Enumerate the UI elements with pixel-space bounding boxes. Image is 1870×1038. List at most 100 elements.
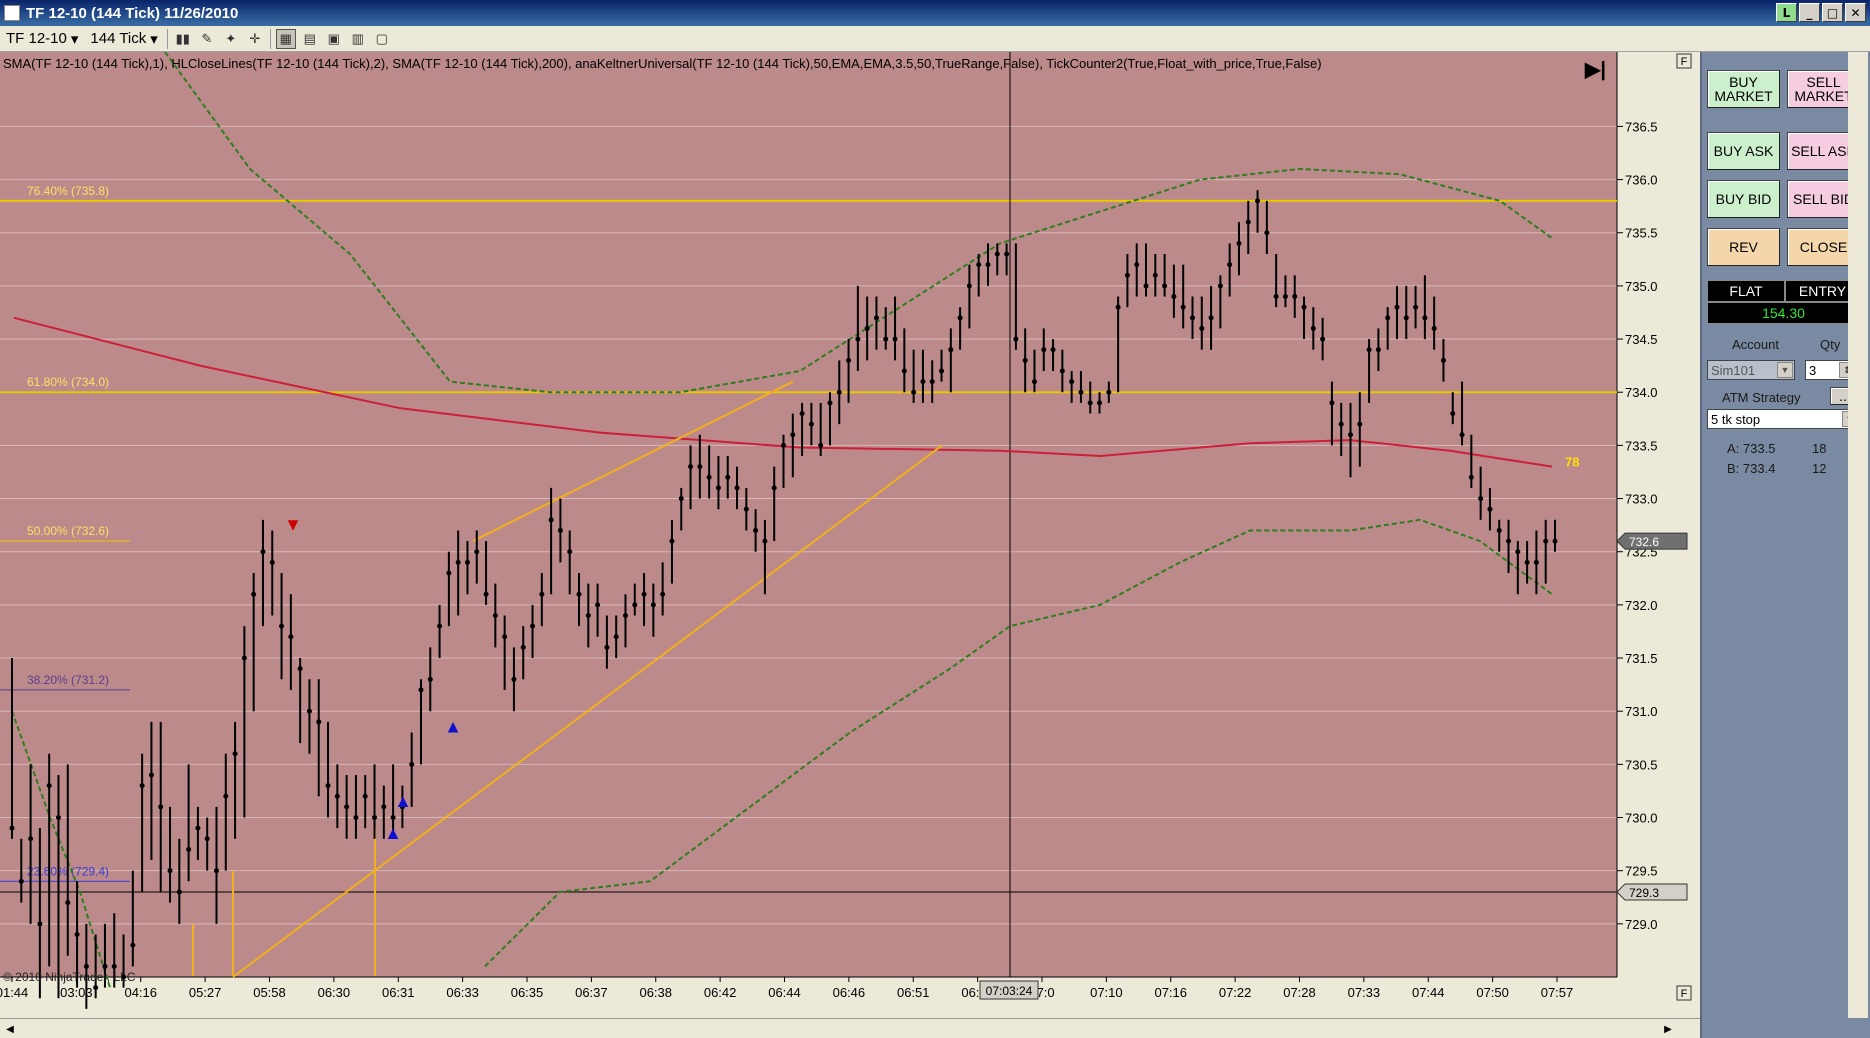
bar-close-dot — [1078, 389, 1084, 395]
interval-selector[interactable]: 144 Tick ▾ — [84, 28, 163, 50]
bar-close-dot — [957, 315, 963, 321]
bar-close-dot — [502, 634, 508, 640]
bar-close-dot — [148, 772, 154, 778]
y-tick-label: 734.5 — [1625, 332, 1658, 347]
bar-close-dot — [176, 889, 182, 895]
bar-close-dot — [511, 676, 517, 682]
bar-close-dot — [1264, 230, 1270, 236]
scroll-left-icon[interactable]: ◀ — [2, 1021, 18, 1037]
bar-close-dot — [111, 963, 117, 969]
chart-background — [0, 52, 1617, 977]
maximize-button[interactable]: □ — [1822, 3, 1843, 22]
reverse-button[interactable]: REV — [1707, 228, 1780, 266]
bar-close-dot — [1301, 304, 1307, 310]
fib-level-label: 50.00% (732.6) — [27, 524, 109, 538]
bar-close-dot — [390, 815, 396, 821]
bar-close-dot — [1403, 315, 1409, 321]
window-controls: L _ □ ✕ — [1776, 3, 1866, 22]
x-tick-label: 07:16 — [1154, 985, 1187, 1000]
atm-strategy-select[interactable]: 5 tk stop ▼ — [1707, 409, 1860, 429]
scroll-right-icon[interactable]: ▶ — [1660, 1021, 1676, 1037]
tick-counter-label: 78 — [1565, 455, 1579, 470]
bar-close-dot — [622, 613, 628, 619]
bar-close-dot — [520, 644, 526, 650]
magic-wand-icon[interactable]: ✦ — [221, 29, 241, 49]
y-tick-label: 736.5 — [1625, 119, 1658, 134]
vertical-scrollbar[interactable] — [1848, 52, 1868, 1018]
horizontal-scrollbar[interactable]: ◀ ▶ — [0, 1018, 1700, 1038]
template-icon[interactable]: ▥ — [348, 29, 368, 49]
jump-to-end-icon: ▶| — [1584, 59, 1606, 81]
buy-signal-arrow-icon: ▲ — [444, 716, 462, 736]
bar-close-dot — [232, 751, 238, 757]
bar-close-dot — [650, 602, 656, 608]
y-tick-label: 729.5 — [1625, 864, 1658, 879]
chart-trader-icon[interactable]: ▦ — [275, 28, 296, 49]
data-box-icon[interactable]: ▤ — [300, 29, 320, 49]
bar-close-dot — [1422, 315, 1428, 321]
bar-close-dot — [567, 549, 573, 555]
bar-close-dot — [548, 517, 554, 523]
bar-close-dot — [1552, 538, 1558, 544]
minimize-button[interactable]: _ — [1799, 3, 1820, 22]
bar-close-dot — [1115, 304, 1121, 310]
bar-close-dot — [660, 591, 666, 597]
window-title-bar: TF 12-10 (144 Tick) 11/26/2010 L _ □ ✕ — [0, 0, 1870, 26]
bar-close-dot — [911, 389, 917, 395]
panel-toggle-label: F — [1681, 56, 1688, 68]
bar-close-dot — [1487, 506, 1493, 512]
bar-close-dot — [186, 846, 192, 852]
close-window-button[interactable]: ✕ — [1845, 3, 1866, 22]
pencil-icon[interactable]: ✎ — [197, 29, 217, 49]
chevron-down-icon[interactable]: ▼ — [1777, 362, 1793, 378]
bar-close-dot — [1050, 347, 1056, 353]
crosshair-icon[interactable]: ✛ — [245, 29, 265, 49]
bar-close-dot — [1217, 283, 1223, 289]
bar-close-dot — [604, 644, 610, 650]
bar-close-dot — [725, 474, 731, 480]
bar-style-icon[interactable]: ▮▮ — [173, 29, 193, 49]
bar-close-dot — [966, 283, 972, 289]
chevron-down-icon: ▾ — [150, 30, 158, 48]
copyright-label: © 2010 NinjaTrader, LLC — [3, 970, 136, 984]
bar-close-dot — [706, 474, 712, 480]
bar-close-dot — [613, 634, 619, 640]
bar-close-dot — [464, 559, 470, 565]
bar-close-dot — [669, 538, 675, 544]
bar-close-dot — [1533, 559, 1539, 565]
bar-close-dot — [279, 623, 285, 629]
x-tick-label: 07:57 — [1541, 985, 1574, 1000]
account-select[interactable]: Sim101 ▼ — [1707, 360, 1795, 380]
print-icon[interactable]: ▢ — [372, 29, 392, 49]
atm-strategy-label: ATM Strategy — [1722, 390, 1801, 405]
bar-close-dot — [1180, 304, 1186, 310]
bar-close-dot — [93, 985, 99, 991]
bar-close-dot — [576, 591, 582, 597]
bar-close-dot — [1543, 538, 1549, 544]
toolbar-divider — [166, 28, 168, 49]
bar-close-dot — [530, 623, 536, 629]
bar-close-dot — [743, 506, 749, 512]
instrument-selector[interactable]: TF 12-10 ▾ — [0, 28, 84, 50]
bar-close-dot — [762, 538, 768, 544]
x-tick-label: 06:37 — [575, 985, 608, 1000]
bar-close-dot — [836, 389, 842, 395]
link-button[interactable]: L — [1776, 3, 1797, 22]
bar-close-dot — [1087, 400, 1093, 406]
bar-close-dot — [734, 485, 740, 491]
x-tick-label: 04:16 — [124, 985, 157, 1000]
y-tick-label: 732.0 — [1625, 598, 1658, 613]
price-chart[interactable]: 736.5 736.0 735.5 735.0 734.5 734.0 733.5 733.0… — [0, 52, 1700, 1038]
buy-ask-button[interactable]: BUY ASK — [1707, 132, 1780, 170]
bar-close-dot — [892, 336, 898, 342]
buy-bid-button[interactable]: BUY BID — [1707, 180, 1780, 218]
bar-close-dot — [1459, 432, 1465, 438]
bar-close-dot — [483, 591, 489, 597]
bar-close-dot — [213, 868, 219, 874]
properties-icon[interactable]: ▣ — [324, 29, 344, 49]
bar-close-dot — [46, 783, 52, 789]
bar-close-dot — [1236, 240, 1242, 246]
buy-market-button[interactable]: BUY MARKET — [1707, 70, 1780, 108]
bar-close-dot — [65, 900, 71, 906]
chart-canvas[interactable]: 736.5 736.0 735.5 735.0 734.5 734.0 733.5 733.0… — [0, 52, 1700, 1018]
